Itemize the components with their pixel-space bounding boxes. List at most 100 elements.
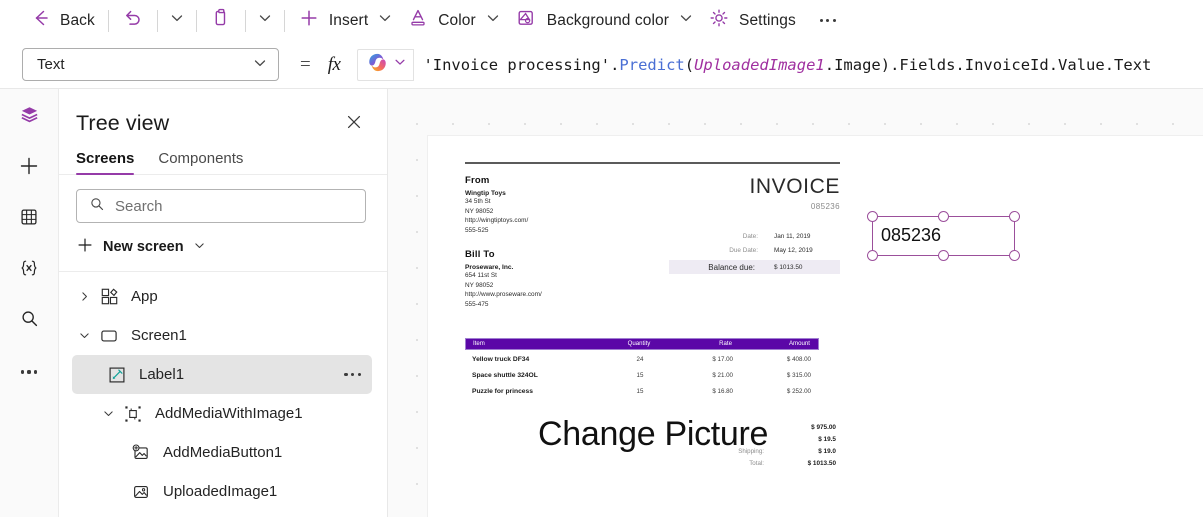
tree-item-addmediawithimage1[interactable]: AddMediaWithImage1 [72, 394, 372, 433]
paste-button[interactable] [203, 5, 239, 37]
toolbar-overflow-button[interactable] [811, 5, 845, 37]
invoice-meta-row-0: Date: Jan 11, 2019 [644, 233, 840, 240]
invoice-billto-company: Proseware, Inc. [465, 263, 514, 271]
color-label: Color [438, 11, 476, 29]
resize-handle-bottom-left[interactable] [867, 250, 878, 261]
invoice-line-items-table: Item Quantity Rate Amount Yellow truck D… [465, 337, 819, 398]
back-button[interactable]: Back [22, 5, 102, 37]
toolbar-divider-3 [195, 9, 197, 32]
tree-item-uploadedimage1[interactable]: UploadedImage1 [72, 472, 372, 511]
rail-item-data[interactable] [9, 199, 49, 239]
layers-icon [19, 104, 40, 130]
invoice-meta-row-1: Due Date: May 12, 2019 [644, 247, 840, 254]
invoice-meta-value: May 12, 2019 [774, 247, 813, 254]
toolbar-divider-1 [107, 9, 109, 32]
settings-button[interactable]: Settings [701, 5, 803, 37]
tab-screens[interactable]: Screens [76, 150, 135, 175]
tab-components[interactable]: Components [158, 150, 243, 174]
tree-list: App Screen1 Label1 AddMediaWithImage1 Ad… [59, 272, 387, 511]
plus-icon [18, 155, 40, 182]
undo-button[interactable] [115, 5, 151, 37]
search-icon [19, 308, 40, 334]
toolbar-divider-4 [244, 9, 246, 32]
invoice-balance-row: Balance due: $ 1013.50 [669, 260, 840, 274]
invoice-title: INVOICE [749, 175, 840, 198]
chevron-down-icon [169, 10, 185, 31]
selected-control-label1[interactable]: 085236 [867, 211, 1020, 261]
search-input[interactable] [115, 197, 353, 215]
formula-segment-6: .Fields.InvoiceId.Value.Text [890, 55, 1152, 74]
change-picture-button[interactable]: Change Picture [538, 415, 768, 454]
tree-item-label1[interactable]: Label1 [72, 355, 372, 394]
invoice-td-item: Yellow truck DF34 [472, 356, 530, 364]
tree-item-addmediabutton1[interactable]: AddMediaButton1 [72, 433, 372, 472]
resize-handle-bottom-middle[interactable] [937, 250, 949, 261]
invoice-from-line-2: http://wingtiptoys.com/ [465, 217, 529, 225]
invoice-top-rule [465, 162, 840, 164]
add-media-icon [128, 443, 154, 463]
tree-item-more-button[interactable] [341, 367, 364, 382]
formula-segment-0: 'Invoice processing' [423, 55, 611, 74]
invoice-table-header: Item Quantity Rate Amount [465, 337, 819, 350]
top-toolbar: Back Insert Color Background color Setti… [0, 0, 1203, 41]
chevron-down-icon [678, 10, 694, 31]
invoice-from-line-1: NY 98052 [465, 207, 494, 215]
chevron-down-icon [193, 239, 206, 256]
tree-view-panel: Tree view Screens Components Search New … [59, 89, 388, 517]
close-button[interactable] [341, 111, 367, 137]
resize-handle-top-middle[interactable] [937, 211, 949, 222]
copilot-icon [366, 51, 389, 79]
rail-item-variables[interactable] [9, 250, 49, 290]
invoice-from-company: Wingtip Toys [465, 190, 506, 197]
app-canvas[interactable]: From Wingtip Toys 34 5th St NY 98052 htt… [388, 89, 1203, 517]
tree-view-header: Tree view [59, 89, 387, 137]
chevron-right-icon[interactable] [72, 290, 96, 303]
undo-dropdown-button[interactable] [164, 5, 190, 37]
invoice-td-rate: $ 16.80 [712, 388, 733, 396]
chevron-down-icon [252, 55, 268, 75]
background-color-button[interactable]: Background color [508, 5, 701, 37]
paste-dropdown-button[interactable] [252, 5, 278, 37]
chevron-down-icon [393, 55, 407, 74]
invoice-td-amount: $ 315.00 [786, 372, 811, 380]
copilot-button[interactable] [357, 48, 414, 81]
search-icon [89, 196, 105, 217]
toolbar-divider-5 [283, 9, 285, 32]
more-icon [20, 370, 38, 374]
chevron-down-icon[interactable] [96, 407, 120, 420]
chevron-down-icon[interactable] [72, 329, 96, 342]
invoice-billto-line-0: 654 11st St [465, 271, 497, 279]
invoice-total-row-3: Total: $ 1013.50 [650, 458, 840, 470]
tree-item-app[interactable]: App [72, 277, 372, 316]
rail-item-search[interactable] [9, 301, 49, 341]
resize-handle-top-left[interactable] [867, 211, 878, 222]
screen-surface[interactable]: From Wingtip Toys 34 5th St NY 98052 htt… [428, 136, 1203, 517]
invoice-table-row: Puzzle for princess 15 $ 16.80 $ 252.00 [465, 386, 819, 398]
property-selector[interactable]: Text [22, 48, 279, 81]
rail-item-tree-view[interactable] [9, 97, 49, 137]
plus-icon [76, 236, 94, 258]
tree-item-screen1[interactable]: Screen1 [72, 316, 372, 355]
resize-handle-bottom-right[interactable] [1009, 250, 1020, 261]
invoice-td-item: Puzzle for princess [472, 388, 533, 396]
tree-item-label: AddMediaWithImage1 [155, 405, 303, 422]
chevron-down-icon [257, 10, 273, 31]
invoice-total-value: $ 19.0 [818, 448, 836, 456]
tree-item-label: AddMediaButton1 [163, 444, 283, 461]
image-icon [128, 482, 154, 502]
rail-item-more[interactable] [9, 352, 49, 392]
insert-button[interactable]: Insert [291, 5, 400, 37]
color-button[interactable]: Color [400, 5, 508, 37]
table-icon [19, 207, 39, 232]
formula-input[interactable]: 'Invoice processing'. Predict(UploadedIma… [413, 48, 1203, 81]
invoice-meta-key: Due Date: [729, 247, 758, 254]
invoice-td-amount: $ 408.00 [786, 356, 811, 364]
paint-bucket-icon [515, 7, 538, 34]
invoice-th-rate: Rate [719, 340, 732, 348]
search-box[interactable] [76, 189, 366, 223]
background-color-label: Background color [546, 11, 670, 29]
formula-segment-3: ( [684, 55, 695, 74]
resize-handle-top-right[interactable] [1009, 211, 1020, 222]
new-screen-button[interactable]: New screen [76, 234, 214, 260]
rail-item-insert[interactable] [9, 148, 49, 188]
